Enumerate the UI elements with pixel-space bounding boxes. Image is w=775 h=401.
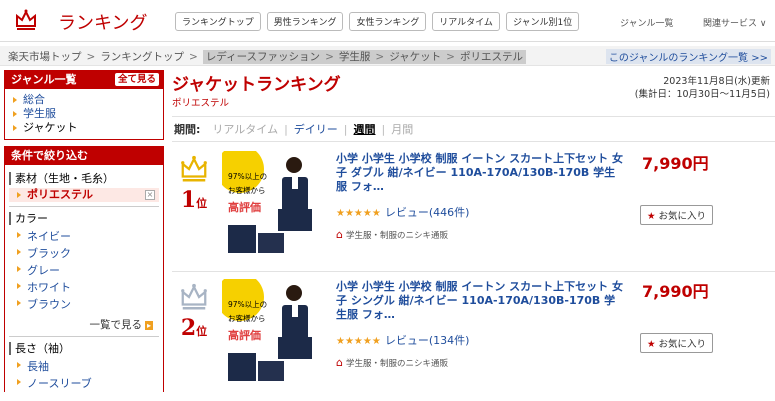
period-daily[interactable]: デイリー — [294, 123, 338, 136]
period-selector: 期間: リアルタイム | デイリー | 週間 | 月間 — [172, 116, 775, 142]
genre-box: ジャンル一覧 全て見る 総合 学生服 ジャケット — [4, 70, 164, 140]
badge-bottom: 高評価 — [228, 328, 261, 342]
rank-badge: 1位 — [177, 154, 211, 213]
update-date: 2023年11月8日(水)更新 (集計日：10月30日～11月5日) — [634, 76, 770, 100]
genre-item-jacket[interactable]: ジャケット — [5, 121, 163, 135]
product-image[interactable]: 97%以上の お客様から 高評価 — [222, 151, 326, 255]
genre-box-title: ジャンル一覧 — [11, 73, 77, 86]
breadcrumb-rakuten-top[interactable]: 楽天市場トップ — [8, 51, 82, 63]
color-white[interactable]: ホワイト — [9, 279, 159, 296]
rank-number: 1 — [180, 187, 197, 213]
nav-genre-first[interactable]: ジャンル別1位 — [505, 12, 580, 31]
product-price: 7,990円 — [642, 282, 709, 301]
badge-mid: お客様から — [228, 313, 266, 323]
favorite-button[interactable]: お気に入り — [640, 205, 714, 225]
ranking-logo[interactable]: ランキング — [58, 9, 147, 35]
rank-suffix: 位 — [196, 325, 208, 338]
rank-suffix: 位 — [196, 197, 208, 210]
product-image[interactable]: 97%以上の お客様から 高評価 — [222, 279, 326, 383]
ranking-item: 1位 97%以上の お客様から 高評価 小学 小学生 小学校 制服 イートン ス… — [172, 148, 775, 272]
product-photo: 97%以上の お客様から 高評価 — [222, 151, 326, 255]
nav-female-ranking[interactable]: 女性ランキング — [349, 12, 427, 31]
header: ランキング ランキングトップ 男性ランキング 女性ランキング リアルタイム ジャ… — [0, 0, 775, 42]
sidebar: ジャンル一覧 全て見る 総合 学生服 ジャケット 条件で絞り込む 素材（生地・毛糸… — [4, 70, 164, 398]
product-title[interactable]: 小学 小学生 小学校 制服 イートン スカート上下セット 女子 ダブル 紺/ネイ… — [336, 152, 626, 194]
star-rating-icon: ★★★★★ — [336, 208, 381, 219]
nav-ranking-top[interactable]: ランキングトップ — [175, 12, 261, 31]
gold-crown-icon — [181, 155, 207, 182]
product-title[interactable]: 小学 小学生 小学校 制服 イートン スカート上下セット 女子 シングル 紺/ネ… — [336, 280, 626, 322]
material-title: 素材（生地・毛糸） — [9, 172, 159, 185]
badge-mid: お客様から — [228, 185, 266, 195]
filter-title: 条件で絞り込む — [5, 147, 163, 165]
period-realtime[interactable]: リアルタイム — [212, 123, 278, 136]
breadcrumb: 楽天市場トップ > ランキングトップ > レディースファッション > 学生服 > ジャケット > ポ… — [0, 46, 775, 66]
color-black[interactable]: ブラック — [9, 245, 159, 262]
shop-link[interactable]: 学生服・制服のニシキ通販 — [336, 228, 448, 241]
period-weekly[interactable]: 週間 — [354, 123, 376, 136]
badge-top: 97%以上の — [228, 300, 267, 309]
header-nav: ランキングトップ 男性ランキング 女性ランキング リアルタイム ジャンル別1位 — [175, 12, 580, 31]
review-link[interactable]: レビュー(134件) — [385, 334, 470, 347]
silver-crown-icon — [181, 283, 207, 310]
color-navy[interactable]: ネイビー — [9, 228, 159, 245]
nav-realtime[interactable]: リアルタイム — [432, 12, 500, 31]
color-title: カラー — [9, 212, 159, 225]
genre-list-link[interactable]: ジャンル一覧 — [620, 16, 674, 29]
breadcrumb-polyester: ポリエステル — [459, 51, 523, 63]
badge-top: 97%以上の — [228, 172, 267, 181]
breadcrumb-uniform[interactable]: 学生服 — [339, 51, 371, 63]
review-link[interactable]: レビュー(446件) — [385, 206, 470, 219]
product-price: 7,990円 — [642, 154, 709, 173]
remove-filter-icon[interactable]: × — [145, 190, 155, 200]
rating: ★★★★★ レビュー(134件) — [336, 332, 469, 348]
breadcrumb-jacket[interactable]: ジャケット — [389, 51, 441, 63]
crown-icon[interactable] — [14, 8, 38, 32]
rating: ★★★★★ レビュー(446件) — [336, 204, 469, 220]
see-more-colors[interactable]: 一覧で見る — [9, 317, 159, 332]
genre-item-overall[interactable]: 総合 — [5, 93, 163, 107]
material-polyester-selected[interactable]: ポリエステル × — [9, 188, 159, 202]
filter-box: 条件で絞り込む 素材（生地・毛糸） ポリエステル × カラー ネイビー ブラック … — [4, 146, 164, 392]
color-brown[interactable]: ブラウン — [9, 296, 159, 313]
genre-ranking-list-link[interactable]: このジャンルのランキング一覧 >> — [605, 49, 771, 64]
length-long-sleeve[interactable]: 長袖 — [9, 358, 159, 375]
rank-badge: 2位 — [177, 282, 211, 341]
rank-number: 2 — [180, 315, 197, 341]
period-monthly[interactable]: 月間 — [391, 123, 413, 136]
star-rating-icon: ★★★★★ — [336, 336, 381, 347]
page-title: ジャケットランキング — [172, 75, 341, 95]
period-label: 期間: — [174, 123, 201, 136]
page-subtitle: ポリエステル — [172, 98, 230, 109]
shop-link[interactable]: 学生服・制服のニシキ通販 — [336, 356, 448, 369]
breadcrumb-ranking-top[interactable]: ランキングトップ — [100, 51, 184, 63]
related-services-menu[interactable]: 関連サービス ∨ — [703, 16, 766, 29]
genre-item-uniform[interactable]: 学生服 — [5, 107, 163, 121]
length-title: 長さ（袖） — [9, 342, 159, 355]
breadcrumb-ladies[interactable]: レディースファッション — [206, 51, 320, 63]
ranking-item: 2位 97%以上の お客様から 高評価 小学 小学生 小学校 制服 イートン ス… — [172, 276, 775, 401]
favorite-button[interactable]: お気に入り — [640, 333, 714, 353]
badge-bottom: 高評価 — [228, 200, 261, 214]
product-photo: 97%以上の お客様から 高評価 — [222, 279, 326, 383]
color-gray[interactable]: グレー — [9, 262, 159, 279]
nav-male-ranking[interactable]: 男性ランキング — [266, 12, 344, 31]
length-sleeveless[interactable]: ノースリーブ — [9, 375, 159, 392]
see-all-button[interactable]: 全て見る — [114, 73, 159, 86]
